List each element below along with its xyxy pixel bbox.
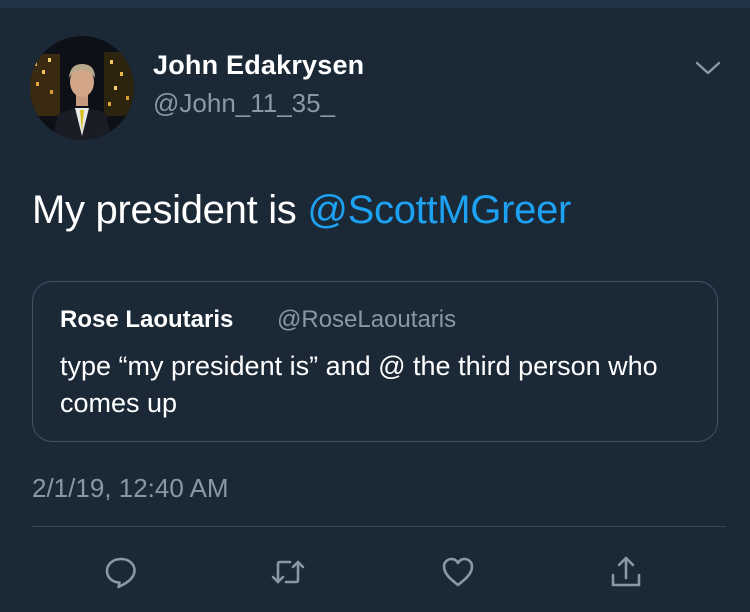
quoted-author-handle: @RoseLaoutaris: [277, 306, 457, 333]
share-button[interactable]: [606, 552, 646, 592]
like-button[interactable]: [438, 552, 478, 592]
tweet-text: My president is @ScottMGreer: [32, 188, 571, 233]
mention-link[interactable]: @ScottMGreer: [307, 188, 571, 232]
author-handle[interactable]: @John_11_35_: [153, 88, 335, 119]
quoted-tweet-text: type “my president is” and @ the third p…: [60, 351, 658, 418]
reply-icon: [105, 557, 136, 589]
chevron-down-icon[interactable]: [694, 58, 722, 78]
retweet-button[interactable]: [268, 552, 308, 592]
avatar-image: [30, 36, 134, 140]
share-icon: [611, 556, 641, 587]
avatar[interactable]: [30, 36, 134, 140]
heart-icon: [442, 557, 474, 587]
tweet-timestamp: 2/1/19, 12:40 AM: [32, 473, 229, 503]
tweet-detail-view: John Edakrysen @John_11_35_ My president…: [0, 0, 750, 612]
quoted-tweet-card[interactable]: Rose Laoutaris @RoseLaoutaris type “my p…: [32, 281, 718, 442]
retweet-icon: [271, 560, 305, 584]
top-bar-edge: [0, 0, 750, 8]
divider: [32, 526, 726, 527]
tweet-text-prefix: My president is: [32, 188, 308, 232]
quoted-author-name: Rose Laoutaris: [60, 306, 234, 333]
reply-button[interactable]: [101, 552, 141, 592]
author-display-name[interactable]: John Edakrysen: [153, 50, 364, 81]
